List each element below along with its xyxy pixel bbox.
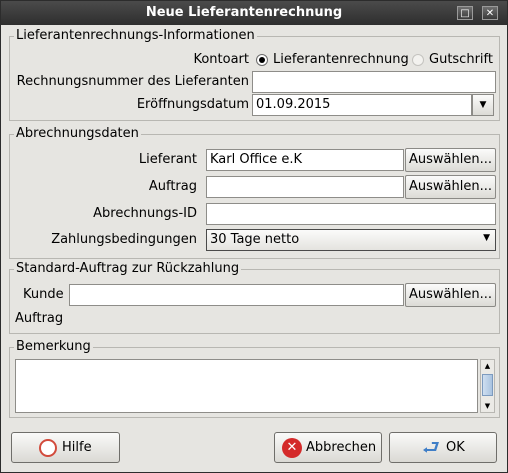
radio-lieferantenrechnung[interactable]: [256, 54, 268, 66]
billing-group-label: Abrechnungsdaten: [14, 126, 141, 141]
select-kunde-button[interactable]: Auswählen...: [405, 283, 496, 307]
dialog-window: Neue Lieferantenrechnung □ ✕ Lieferanten…: [0, 0, 508, 473]
close-window-button[interactable]: ✕: [482, 6, 498, 20]
kontoart-label: Kontoart: [193, 52, 249, 67]
window-title: Neue Lieferantenrechnung: [145, 5, 343, 20]
radio-gutschrift[interactable]: [412, 54, 424, 66]
date-dropdown-button[interactable]: ▼: [472, 94, 494, 116]
refund-group: Standard-Auftrag zur Rückzahlung Kunde A…: [9, 261, 500, 334]
abrechnungs-id-field[interactable]: [206, 203, 496, 225]
refund-group-label: Standard-Auftrag zur Rückzahlung: [14, 261, 242, 276]
zahlungsbedingungen-select[interactable]: 30 Tage netto ▼: [206, 229, 496, 251]
chevron-down-icon: ▼: [479, 100, 487, 110]
abrechnungs-id-label: Abrechnungs-ID: [93, 206, 197, 221]
select-auftrag-button[interactable]: Auswählen...: [405, 175, 496, 199]
eroeffnungsdatum-label: Eröffnungsdatum: [136, 97, 249, 112]
rechnungsnummer-label: Rechnungsnummer des Lieferanten: [16, 74, 249, 89]
remark-scrollbar[interactable]: ▲ ▼: [480, 359, 495, 413]
auftrag-field[interactable]: [206, 176, 404, 198]
ok-button[interactable]: ⮐ OK: [389, 432, 497, 463]
help-lifebuoy-icon: [39, 439, 57, 457]
cancel-button-label: Abbrechen: [306, 440, 377, 455]
title-bar[interactable]: Neue Lieferantenrechnung □ ✕: [1, 1, 507, 25]
lieferant-label: Lieferant: [138, 152, 197, 167]
billing-group: Abrechnungsdaten Lieferant Karl Office e…: [9, 126, 500, 259]
refund-auftrag-label: Auftrag: [15, 311, 64, 326]
scroll-down-icon[interactable]: ▼: [482, 401, 493, 411]
scroll-up-icon[interactable]: ▲: [482, 361, 493, 371]
maximize-button[interactable]: □: [457, 6, 473, 20]
ok-button-label: OK: [446, 440, 465, 455]
invoice-info-group: Lieferantenrechnungs-Informationen Konto…: [9, 28, 500, 121]
zahlungsbedingungen-value: 30 Tage netto: [210, 232, 300, 247]
rechnungsnummer-field[interactable]: [252, 71, 496, 93]
invoice-info-group-label: Lieferantenrechnungs-Informationen: [14, 28, 257, 43]
cancel-x-icon: ✕: [282, 438, 302, 458]
remark-textarea[interactable]: [15, 359, 478, 413]
kunde-label: Kunde: [23, 287, 64, 302]
select-lieferant-button[interactable]: Auswählen...: [405, 148, 496, 172]
remark-group: Bemerkung ▲ ▼: [9, 339, 500, 418]
kunde-field[interactable]: [69, 284, 404, 306]
help-button-label: Hilfe: [62, 440, 92, 455]
scrollbar-thumb[interactable]: [482, 374, 493, 396]
zahlungsbedingungen-label: Zahlungsbedingungen: [51, 232, 197, 247]
lieferant-field[interactable]: Karl Office e.K: [206, 149, 404, 171]
enter-arrow-icon: ⮐: [422, 435, 440, 459]
chevron-down-icon: ▼: [483, 233, 490, 243]
eroeffnungsdatum-field[interactable]: 01.09.2015: [252, 94, 472, 116]
radio-gutschrift-label[interactable]: Gutschrift: [429, 52, 493, 67]
auftrag-label: Auftrag: [148, 179, 197, 194]
remark-group-label: Bemerkung: [14, 339, 93, 354]
cancel-button[interactable]: ✕ Abbrechen: [274, 432, 382, 463]
radio-lieferantenrechnung-label[interactable]: Lieferantenrechnung: [273, 52, 409, 67]
help-button[interactable]: Hilfe: [11, 432, 120, 463]
